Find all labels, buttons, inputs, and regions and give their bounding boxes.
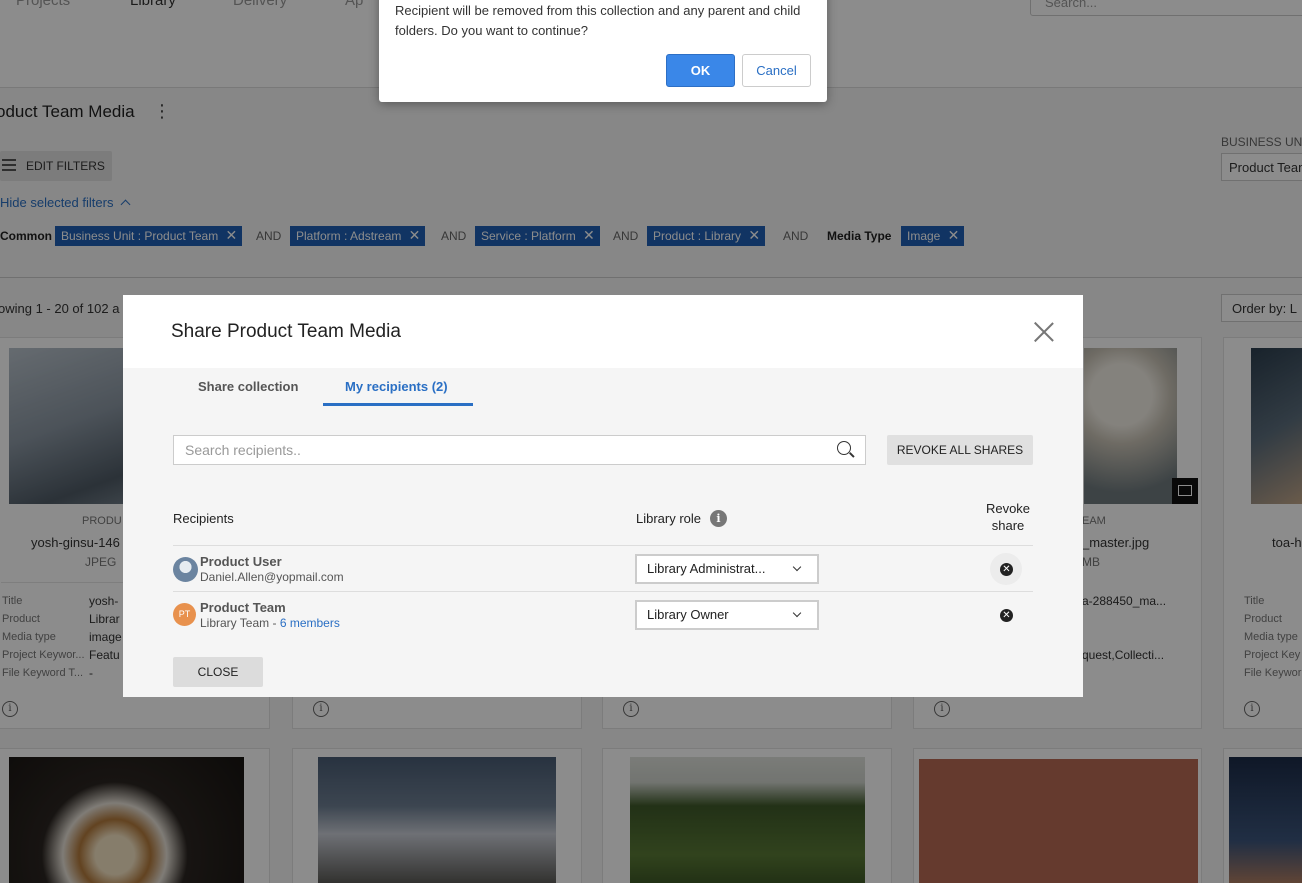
avatar: PT bbox=[173, 603, 196, 626]
column-header-library-role: Library role bbox=[636, 511, 702, 526]
library-role-select[interactable]: Library Administrat... bbox=[635, 554, 819, 584]
close-circle-icon: ✕ bbox=[1000, 609, 1013, 622]
library-role-value: Library Administrat... bbox=[647, 561, 766, 576]
tab-share-collection[interactable]: Share collection bbox=[198, 379, 298, 394]
cancel-button[interactable]: Cancel bbox=[742, 54, 811, 87]
chevron-down-icon bbox=[792, 608, 802, 618]
dialog-header: Share Product Team Media bbox=[123, 295, 1083, 368]
library-role-value: Library Owner bbox=[647, 607, 729, 622]
recipient-name: Product Team bbox=[200, 600, 286, 615]
recipient-team-label: Library Team - bbox=[200, 616, 280, 630]
search-recipients-input[interactable]: Search recipients.. bbox=[173, 435, 866, 465]
info-icon[interactable]: i bbox=[710, 510, 727, 527]
recipient-name: Product User bbox=[200, 554, 282, 569]
library-role-select[interactable]: Library Owner bbox=[635, 600, 819, 630]
search-icon[interactable] bbox=[837, 441, 855, 459]
confirm-message: Recipient will be removed from this coll… bbox=[395, 3, 801, 38]
confirm-dialog: Recipient will be removed from this coll… bbox=[379, 0, 827, 102]
column-header-recipients: Recipients bbox=[173, 511, 234, 526]
members-link[interactable]: 6 members bbox=[280, 616, 340, 630]
close-circle-icon: ✕ bbox=[1000, 563, 1013, 576]
column-header-revoke-share: Revoke share bbox=[985, 501, 1031, 533]
recipient-email: Daniel.Allen@yopmail.com bbox=[200, 570, 344, 584]
close-icon[interactable] bbox=[1033, 321, 1055, 343]
chevron-down-icon bbox=[792, 562, 802, 572]
dialog-title: Share Product Team Media bbox=[171, 321, 401, 342]
active-tab-indicator bbox=[323, 403, 473, 406]
ok-button[interactable]: OK bbox=[666, 54, 735, 87]
avatar bbox=[173, 557, 198, 582]
recipient-team-info: Library Team - 6 members bbox=[200, 616, 340, 630]
revoke-all-shares-button[interactable]: REVOKE ALL SHARES bbox=[887, 435, 1033, 465]
revoke-share-button[interactable]: ✕ bbox=[990, 553, 1022, 585]
tab-my-recipients[interactable]: My recipients (2) bbox=[345, 379, 448, 394]
share-dialog: Share Product Team Media Share collectio… bbox=[123, 295, 1083, 697]
divider bbox=[173, 545, 1033, 546]
close-button[interactable]: CLOSE bbox=[173, 657, 263, 687]
divider bbox=[173, 591, 1033, 592]
revoke-share-button[interactable]: ✕ bbox=[990, 599, 1022, 631]
